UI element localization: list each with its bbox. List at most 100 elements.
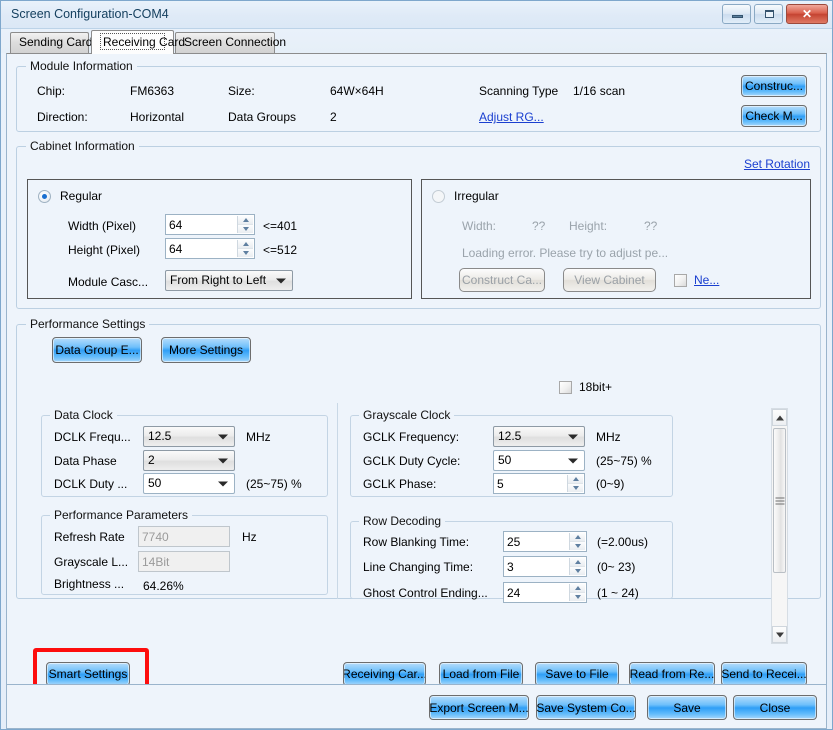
brightness-value: 64.26% — [143, 579, 184, 593]
adjust-rg-link[interactable]: Adjust RG... — [479, 110, 544, 124]
export-screen-button[interactable]: Export Screen M... — [429, 695, 529, 720]
more-settings-button[interactable]: More Settings — [161, 337, 251, 363]
row-blanking-stepper-down-icon[interactable] — [570, 542, 585, 550]
grayscale-clock-group: Grayscale Clock GCLK Frequency: 12.5 MHz… — [350, 408, 673, 497]
height-limit-label: <=512 — [263, 243, 298, 257]
gclk-frequency-select[interactable]: 12.5 — [493, 426, 585, 447]
height-stepper-up-icon[interactable] — [238, 240, 253, 249]
tab-receiving-card[interactable]: Receiving Card — [91, 30, 185, 54]
refresh-rate-input: 7740 — [138, 526, 230, 547]
tab-receiving-card-label: Receiving Card — [100, 33, 185, 50]
gclk-phase-stepper-up-icon[interactable] — [568, 475, 583, 484]
height-pixel-input[interactable]: 64 — [165, 238, 255, 259]
send-to-receiver-button-label: Send to Recei... — [721, 667, 807, 681]
title-bar: Screen Configuration-COM4 ✕ — [1, 1, 832, 29]
tab-sending-card[interactable]: Sending Card — [10, 32, 92, 53]
dclk-duty-select[interactable]: 50 — [143, 473, 235, 494]
irregular-radio[interactable] — [432, 190, 445, 203]
row-blanking-label: Row Blanking Time: — [363, 535, 470, 549]
cabinet-information-legend: Cabinet Information — [26, 139, 139, 153]
regular-cabinet-panel: Regular Width (Pixel) 64 <=401 Height (P… — [27, 179, 412, 299]
module-cascade-value: From Right to Left — [170, 273, 267, 287]
irregular-checkbox[interactable] — [674, 274, 687, 287]
line-changing-stepper-up-icon[interactable] — [570, 558, 585, 567]
save-system-config-button[interactable]: Save System Co... — [536, 695, 636, 720]
line-changing-value: 3 — [507, 560, 514, 574]
size-label: Size: — [228, 84, 255, 98]
gclk-phase-stepper-down-icon[interactable] — [568, 484, 583, 492]
data-phase-select[interactable]: 2 — [143, 450, 235, 471]
maximize-button[interactable] — [754, 4, 783, 24]
height-pixel-stepper[interactable] — [237, 240, 253, 257]
ghost-control-label: Ghost Control Ending... — [363, 586, 488, 600]
row-blanking-stepper[interactable] — [569, 533, 585, 550]
data-clock-group: Data Clock DCLK Frequ... 12.5 MHz Data P… — [41, 408, 328, 497]
gclk-duty-range: (25~75) % — [596, 454, 652, 468]
construct-cabinet-button[interactable]: Construct Ca... — [459, 268, 545, 292]
module-cascade-label: Module Casc... — [68, 275, 149, 289]
width-limit-label: <=401 — [263, 219, 298, 233]
width-stepper-down-icon[interactable] — [238, 225, 253, 233]
gclk-phase-value: 5 — [497, 477, 504, 491]
maximize-icon — [765, 10, 774, 18]
dclk-frequency-select[interactable]: 12.5 — [143, 426, 235, 447]
smart-settings-button[interactable]: Smart Settings — [46, 662, 130, 684]
width-pixel-value: 64 — [169, 218, 183, 232]
irregular-checkbox-label[interactable]: Ne... — [694, 273, 719, 287]
construct-module-button-label: Construc... — [744, 79, 804, 93]
gclk-phase-input[interactable]: 5 — [493, 473, 585, 494]
read-from-receiver-button[interactable]: Read from Re... — [629, 662, 715, 684]
gclk-phase-stepper[interactable] — [567, 475, 583, 492]
save-to-file-button[interactable]: Save to File — [535, 662, 619, 684]
save-button[interactable]: Save — [647, 695, 727, 720]
row-blanking-input[interactable]: 25 — [503, 531, 587, 552]
scroll-down-button[interactable] — [772, 626, 787, 643]
bit18-checkbox[interactable] — [559, 381, 572, 394]
chevron-down-icon — [218, 458, 228, 463]
data-group-exchange-button[interactable]: Data Group E... — [52, 337, 142, 363]
set-rotation-link[interactable]: Set Rotation — [744, 157, 810, 171]
send-to-receiver-button[interactable]: Send to Recei... — [721, 662, 807, 684]
minimize-icon — [732, 15, 743, 18]
ghost-control-input[interactable]: 24 — [503, 582, 587, 603]
module-cascade-select[interactable]: From Right to Left — [165, 270, 293, 291]
minimize-button[interactable] — [722, 4, 751, 24]
receiving-card-info-button[interactable]: Receiving Car... — [343, 662, 426, 684]
scrollbar-thumb[interactable] — [773, 428, 786, 573]
smart-settings-button-label: Smart Settings — [48, 667, 128, 681]
tab-strip: Sending Card Receiving Card Screen Conne… — [1, 29, 832, 54]
ghost-control-stepper-down-icon[interactable] — [570, 593, 585, 601]
window-controls: ✕ — [722, 4, 828, 24]
line-changing-stepper-down-icon[interactable] — [570, 567, 585, 575]
gclk-duty-value: 50 — [498, 453, 512, 467]
width-pixel-input[interactable]: 64 — [165, 214, 255, 235]
scroll-up-button[interactable] — [772, 409, 787, 426]
close-dialog-button[interactable]: Close — [733, 695, 817, 720]
performance-settings-scrollbar[interactable] — [771, 408, 788, 644]
construct-module-button[interactable]: Construc... — [741, 75, 807, 97]
view-cabinet-button-label: View Cabinet — [574, 273, 645, 287]
height-stepper-down-icon[interactable] — [238, 249, 253, 257]
view-cabinet-button[interactable]: View Cabinet — [563, 268, 656, 292]
width-stepper-up-icon[interactable] — [238, 216, 253, 225]
gclk-frequency-value: 12.5 — [498, 429, 522, 443]
tab-content-receiving-card: Module Information Chip: FM6363 Size: 64… — [6, 53, 827, 729]
data-groups-value: 2 — [330, 110, 337, 124]
performance-parameters-legend: Performance Parameters — [50, 508, 193, 522]
data-group-exchange-button-label: Data Group E... — [55, 343, 139, 357]
regular-radio[interactable] — [38, 190, 51, 203]
check-module-button[interactable]: Check M... — [741, 105, 807, 127]
receiving-card-page: Module Information Chip: FM6363 Size: 64… — [7, 54, 826, 684]
gclk-duty-select[interactable]: 50 — [493, 450, 585, 471]
tab-screen-connection[interactable]: Screen Connection — [175, 32, 286, 53]
ghost-control-stepper[interactable] — [569, 584, 585, 601]
row-blanking-stepper-up-icon[interactable] — [570, 533, 585, 542]
close-button[interactable]: ✕ — [786, 4, 828, 24]
load-from-file-button[interactable]: Load from File — [439, 662, 523, 684]
column-divider — [337, 403, 338, 599]
line-changing-input[interactable]: 3 — [503, 556, 587, 577]
direction-value: Horizontal — [130, 110, 185, 124]
width-pixel-stepper[interactable] — [237, 216, 253, 233]
ghost-control-stepper-up-icon[interactable] — [570, 584, 585, 593]
line-changing-stepper[interactable] — [569, 558, 585, 575]
